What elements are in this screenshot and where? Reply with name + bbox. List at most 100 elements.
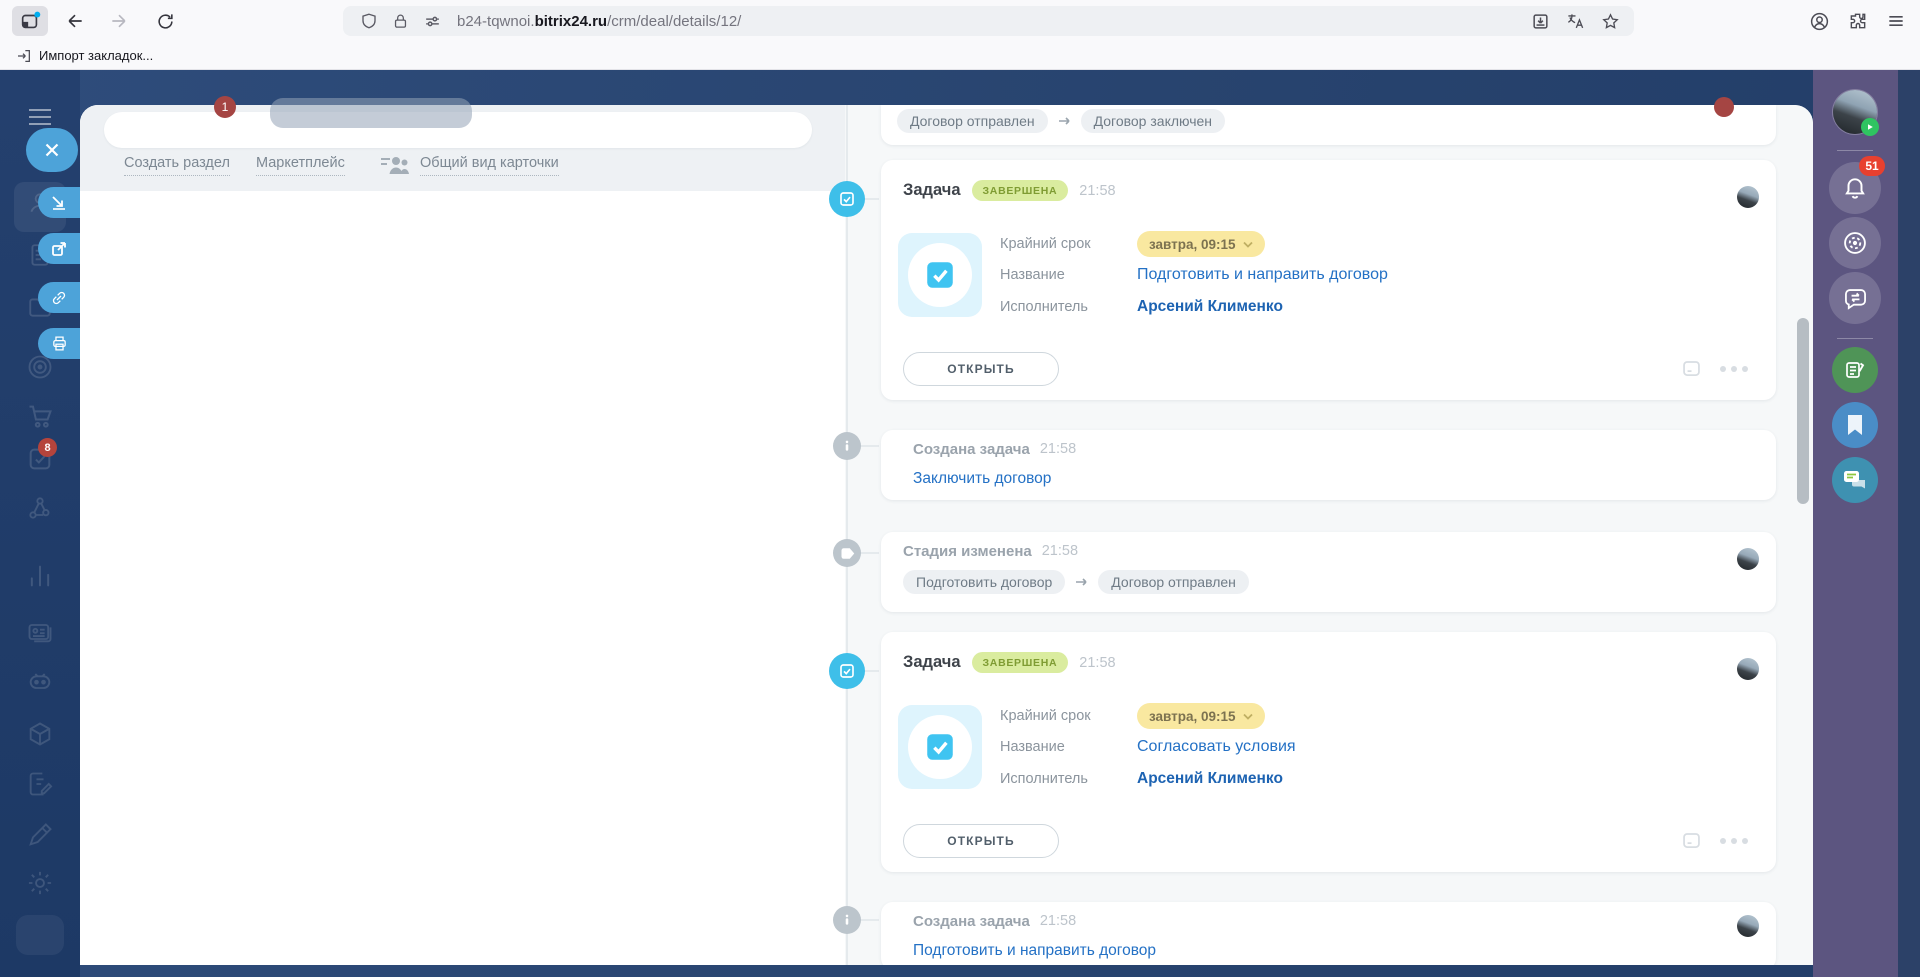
cart-icon[interactable] — [20, 402, 60, 430]
timeline-card-task-2: Задача ЗАВЕРШЕНА 21:58 Крайний срок завт… — [881, 632, 1776, 872]
bookmark-import-label: Импорт закладок... — [39, 48, 154, 63]
account-icon[interactable] — [1809, 11, 1830, 32]
downloads-icon[interactable] — [1531, 12, 1550, 31]
firefox-view-button[interactable] — [12, 6, 48, 36]
bookmark-star-icon[interactable] — [1601, 12, 1620, 31]
name-label: Название — [1000, 267, 1065, 283]
task-name-link[interactable]: Подготовить и направить договор — [1137, 266, 1388, 284]
card-view-link[interactable]: Общий вид карточки — [420, 155, 559, 176]
timeline-info-icon — [833, 432, 861, 460]
user-avatar[interactable] — [1833, 90, 1879, 136]
chevron-down-icon — [1242, 241, 1253, 248]
timeline-info-icon — [833, 906, 861, 934]
timeline-card-stage-1: Стадия изменена 21:58 Подготовить догово… — [881, 532, 1776, 612]
timeline-line — [846, 105, 848, 965]
background-edge — [1898, 70, 1920, 977]
main-menu-icon[interactable] — [28, 108, 52, 126]
chats-button[interactable] — [1832, 457, 1878, 503]
slider-close-button[interactable] — [26, 128, 78, 172]
browser-toolbar: b24-tqwnoi.bitrix24.ru/crm/deal/details/… — [0, 0, 1920, 42]
assignee-label: Исполнитель — [1000, 299, 1088, 315]
settings-gear-icon[interactable] — [20, 869, 60, 897]
timeline-card-info-1: Создана задача 21:58 Заключить договор — [881, 430, 1776, 500]
right-sidebar: 51 — [1813, 70, 1898, 977]
deal-details-panel: Создать раздел Маркетплейс Общий вид кар… — [80, 105, 845, 965]
left-sidebar: 8 — [0, 70, 80, 977]
assignee-link[interactable]: Арсений Клименко — [1137, 770, 1283, 788]
timeline-card-task-1: Задача ЗАВЕРШЕНА 21:58 Крайний срок завт… — [881, 160, 1776, 400]
name-label: Название — [1000, 739, 1065, 755]
assignee-link[interactable]: Арсений Клименко — [1137, 298, 1283, 316]
translate-icon[interactable] — [1566, 12, 1585, 31]
task-title: Задача — [903, 653, 961, 671]
stage-title: Стадия изменена — [903, 542, 1032, 560]
forward-button[interactable] — [103, 6, 135, 36]
task-name-link[interactable]: Согласовать условия — [1137, 738, 1296, 756]
copilot-button[interactable] — [1829, 217, 1881, 269]
news-feed-button[interactable] — [1832, 347, 1878, 393]
lock-icon[interactable] — [392, 13, 409, 30]
timeline-card-stage-top: Договор отправлен Договор заключен — [881, 105, 1776, 145]
deadline-pill[interactable]: завтра, 09:15 — [1137, 703, 1265, 729]
deadline-label: Крайний срок — [1000, 708, 1091, 724]
doc-edit-icon[interactable] — [20, 770, 60, 798]
timeline-scrollbar[interactable] — [1797, 318, 1809, 504]
deadline-pill[interactable]: завтра, 09:15 — [1137, 231, 1265, 257]
bookmark-icon — [1848, 415, 1862, 435]
comment-note-icon[interactable] — [1681, 358, 1702, 379]
bookmarks-bar: Импорт закладок... — [0, 42, 1920, 70]
arrow-right-icon — [1075, 576, 1088, 588]
target-icon[interactable] — [20, 353, 60, 381]
slider-copy-link-button[interactable] — [38, 282, 80, 313]
back-button[interactable] — [59, 6, 91, 36]
stage-to-pill: Договор отправлен — [1098, 570, 1249, 594]
more-actions-icon[interactable] — [1720, 366, 1748, 372]
ai-robot-icon[interactable] — [20, 667, 60, 695]
shield-icon[interactable] — [360, 12, 378, 30]
chats-icon — [1844, 471, 1865, 489]
avatar[interactable] — [1737, 548, 1759, 570]
url-text: b24-tqwnoi.bitrix24.ru/crm/deal/details/… — [457, 12, 742, 30]
rail-bottom-widget[interactable] — [16, 915, 64, 955]
task-time: 21:58 — [1079, 654, 1116, 671]
network-icon[interactable] — [20, 494, 60, 522]
menu-icon[interactable] — [1886, 11, 1906, 31]
task-check-icon — [908, 243, 972, 307]
reports-icon[interactable] — [20, 562, 60, 590]
deal-slider: Создать раздел Маркетплейс Общий вид кар… — [80, 105, 1813, 965]
task-link[interactable]: Заключить договор — [913, 470, 1051, 488]
news-feed-icon — [1846, 362, 1865, 378]
slider-open-window-button[interactable] — [38, 233, 80, 264]
background-slider-tab[interactable] — [270, 98, 472, 128]
timeline-card-info-2: Создана задача 21:58 Подготовить и напра… — [881, 902, 1776, 965]
avatar[interactable] — [1737, 915, 1759, 937]
box-icon[interactable] — [20, 720, 60, 748]
arrow-right-icon — [1058, 115, 1071, 127]
task-tile — [898, 705, 982, 789]
comment-note-icon[interactable] — [1681, 830, 1702, 851]
url-bar[interactable]: b24-tqwnoi.bitrix24.ru/crm/deal/details/… — [343, 6, 1634, 36]
avatar[interactable] — [1737, 186, 1759, 208]
info-time: 21:58 — [1039, 913, 1077, 929]
extensions-icon[interactable] — [1848, 11, 1868, 31]
create-section-link[interactable]: Создать раздел — [124, 155, 230, 176]
task-link[interactable]: Подготовить и направить договор — [913, 942, 1156, 960]
open-task-button[interactable]: ОТКРЫТЬ — [903, 824, 1059, 858]
task-status-badge: ЗАВЕРШЕНА — [971, 652, 1069, 673]
bookmark-import-item[interactable]: Импорт закладок... — [16, 48, 153, 64]
slider-minimize-button[interactable] — [38, 187, 80, 218]
copilot-icon — [1844, 232, 1866, 254]
crm-card-icon[interactable] — [20, 618, 60, 646]
permissions-icon[interactable] — [423, 12, 442, 31]
messenger-button[interactable] — [1829, 272, 1881, 324]
open-task-button[interactable]: ОТКРЫТЬ — [903, 352, 1059, 386]
info-time: 21:58 — [1039, 441, 1077, 457]
reload-button[interactable] — [149, 6, 181, 36]
more-actions-icon[interactable] — [1720, 838, 1748, 844]
pen-icon[interactable] — [20, 821, 60, 849]
timeline-task-icon — [829, 181, 865, 217]
bookmarks-button[interactable] — [1832, 402, 1878, 448]
counter-badge-right — [1714, 97, 1734, 117]
avatar[interactable] — [1737, 658, 1759, 680]
marketplace-link[interactable]: Маркетплейс — [256, 155, 345, 176]
